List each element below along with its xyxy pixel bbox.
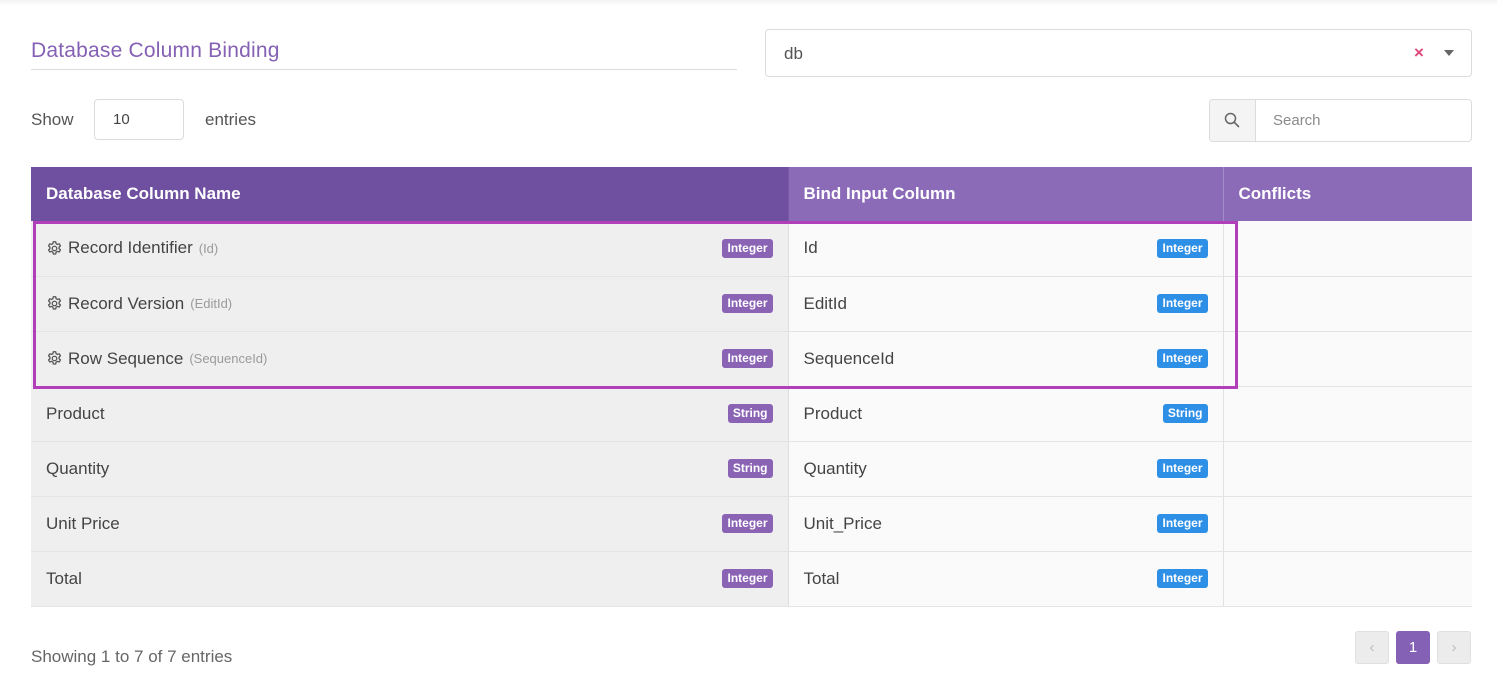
bind-type-badge: Integer — [1157, 514, 1208, 533]
db-column-name: Product — [46, 403, 105, 423]
database-select[interactable]: db × — [765, 29, 1472, 77]
db-type-badge: Integer — [722, 569, 773, 588]
bind-column-cell[interactable]: Total Integer — [788, 551, 1224, 607]
close-icon[interactable]: × — [1414, 43, 1424, 63]
bind-type-badge: Integer — [1157, 238, 1208, 258]
bind-type-badge: Integer — [1157, 569, 1208, 588]
conflicts-cell — [1223, 496, 1472, 552]
search-input[interactable] — [1256, 100, 1470, 141]
top-shadow — [0, 0, 1497, 6]
page-title: Database Column Binding — [31, 39, 737, 70]
header-bind-input-column[interactable]: Bind Input Column — [787, 167, 1223, 221]
db-column-cell: Row Sequence (SequenceId) Integer — [31, 331, 789, 387]
table-info: Showing 1 to 7 of 7 entries — [31, 647, 233, 666]
db-column-id: (SequenceId) — [189, 351, 268, 366]
search-icon — [1210, 100, 1256, 141]
table-row[interactable]: Total Integer Total Integer — [31, 551, 1472, 607]
conflicts-cell — [1223, 441, 1472, 497]
db-column-cell: Record Version (EditId) Integer — [31, 276, 789, 332]
bind-type-badge: Integer — [1157, 459, 1208, 478]
table-row[interactable]: Row Sequence (SequenceId) Integer SequenceI… — [31, 331, 1472, 387]
bind-column-cell[interactable]: Product String — [788, 386, 1224, 442]
column-binding-table: Database Column Name Bind Input Column C… — [31, 167, 1472, 607]
bind-column-cell[interactable]: Quantity Integer — [788, 441, 1224, 497]
bind-type-badge: String — [1162, 404, 1208, 423]
db-type-badge: String — [727, 459, 773, 478]
pagination-page-1[interactable]: 1 — [1396, 631, 1430, 664]
chevron-down-icon[interactable] — [1444, 50, 1454, 56]
db-type-badge: String — [727, 404, 773, 423]
conflicts-cell — [1223, 276, 1472, 332]
db-column-name: Record Version — [68, 293, 185, 313]
conflicts-cell — [1223, 386, 1472, 442]
bind-column-name: Quantity — [803, 458, 867, 478]
gear-icon — [46, 295, 68, 312]
page-length-input[interactable] — [94, 99, 184, 140]
bind-type-badge: Integer — [1157, 349, 1208, 368]
conflicts-cell — [1223, 221, 1472, 277]
bind-column-name: Total — [803, 568, 840, 588]
gear-icon — [46, 350, 68, 367]
bind-column-name: EditId — [803, 293, 847, 313]
bind-column-cell[interactable]: SequenceId Integer — [788, 331, 1224, 387]
db-type-badge: Integer — [722, 238, 773, 258]
table-body: Record Identifier (Id) Integer Id Integer Rec… — [31, 221, 1472, 607]
bind-column-cell[interactable]: EditId Integer — [788, 276, 1224, 332]
table-row[interactable]: Record Version (EditId) Integer EditId Integ… — [31, 276, 1472, 332]
header-conflicts[interactable]: Conflicts — [1222, 167, 1472, 221]
show-label: Show — [31, 110, 74, 129]
search-box — [1209, 99, 1472, 142]
db-column-id: (Id) — [198, 240, 219, 256]
conflicts-cell — [1223, 331, 1472, 387]
table-header-row: Database Column Name Bind Input Column C… — [31, 167, 1472, 221]
table-row[interactable]: Quantity String Quantity Integer — [31, 441, 1472, 497]
db-column-cell: Total Integer — [31, 551, 789, 607]
bind-type-badge: Integer — [1157, 294, 1208, 313]
db-column-name: Quantity — [46, 458, 110, 478]
entries-label: entries — [205, 110, 257, 129]
bind-column-name: SequenceId — [803, 348, 895, 368]
bind-column-cell[interactable]: Id Integer — [788, 221, 1224, 277]
gear-icon — [46, 240, 68, 257]
bind-column-name: Unit_Price — [803, 513, 882, 533]
pagination-next-button[interactable]: › — [1437, 631, 1471, 664]
table-row[interactable]: Unit Price Integer Unit_Price Integer — [31, 496, 1472, 552]
pagination-prev-button[interactable]: ‹ — [1355, 631, 1389, 664]
db-column-cell: Product String — [31, 386, 789, 442]
db-type-badge: Integer — [722, 349, 773, 368]
db-column-cell: Unit Price Integer — [31, 496, 789, 552]
bind-column-name: Id — [803, 238, 818, 258]
conflicts-cell — [1223, 551, 1472, 607]
db-column-name: Total — [46, 568, 82, 588]
db-type-badge: Integer — [722, 294, 773, 313]
db-column-name: Row Sequence — [68, 348, 184, 368]
table-row[interactable]: Product String Product String — [31, 386, 1472, 442]
db-column-name: Unit Price — [46, 513, 120, 533]
db-column-cell: Record Identifier (Id) Integer — [31, 221, 789, 277]
db-column-cell: Quantity String — [31, 441, 789, 497]
bind-column-name: Product — [803, 403, 863, 423]
bind-column-cell[interactable]: Unit_Price Integer — [788, 496, 1224, 552]
header-database-column-name[interactable]: Database Column Name — [31, 167, 788, 221]
database-select-value: db — [784, 44, 803, 63]
table-row[interactable]: Record Identifier (Id) Integer Id Integer — [31, 221, 1472, 277]
db-column-id: (EditId) — [190, 296, 233, 311]
db-type-badge: Integer — [722, 514, 773, 533]
db-column-name: Record Identifier — [68, 238, 193, 258]
